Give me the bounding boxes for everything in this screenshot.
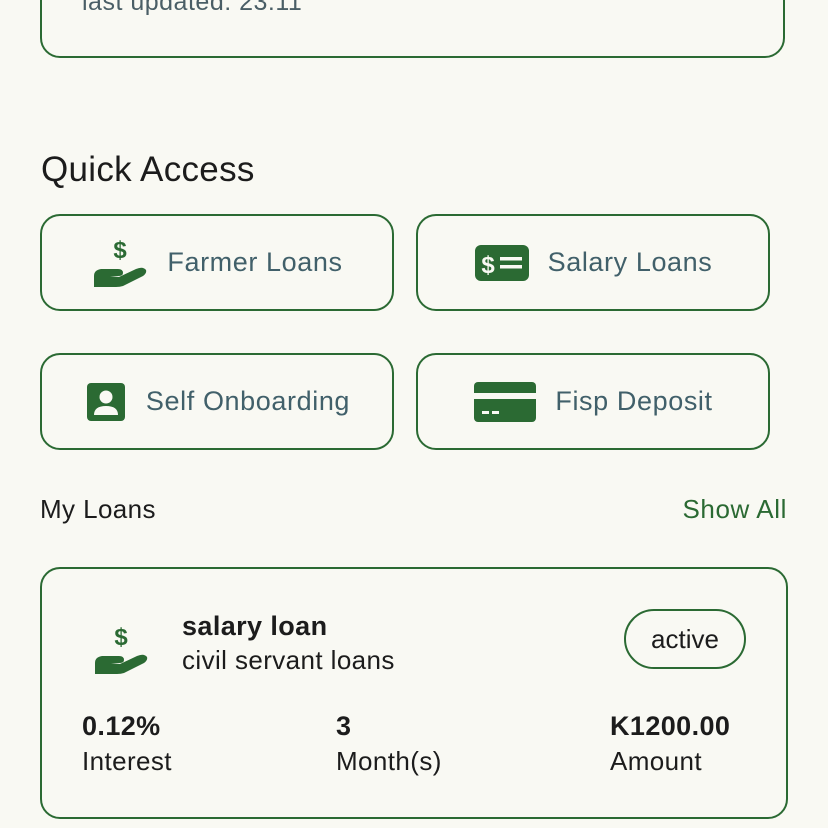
svg-text:$: $ [481, 252, 495, 279]
fisp-deposit-button[interactable]: Fisp Deposit [416, 353, 770, 450]
svg-text:$: $ [114, 624, 128, 651]
interest-value: 0.12% [82, 711, 161, 741]
interest-label: Interest [82, 746, 172, 776]
money-bill-icon: $ [474, 243, 530, 283]
self-onboarding-label: Self Onboarding [145, 386, 351, 416]
amount-stat: K1200.00 Amount [610, 711, 730, 777]
quick-access-title: Quick Access [41, 150, 255, 189]
loan-name: salary loan [182, 611, 328, 641]
my-loans-title: My Loans [40, 494, 156, 524]
interest-stat: 0.12% Interest [82, 711, 172, 777]
fisp-deposit-label: Fisp Deposit [555, 386, 713, 416]
hand-dollar-icon: $ [91, 236, 149, 290]
months-value: 3 [336, 711, 352, 741]
my-loans-header: My Loans Show All [40, 494, 787, 525]
svg-text:$: $ [114, 237, 128, 264]
last-updated-text: last updated: 23:11 [82, 0, 303, 16]
balance-card: last updated: 23:11 [40, 0, 785, 58]
months-stat: 3 Month(s) [336, 711, 442, 777]
loan-card[interactable]: $ salary loan civil servant loans active… [40, 567, 788, 819]
hand-dollar-icon: $ [92, 623, 150, 682]
loan-type: civil servant loans [182, 645, 395, 675]
app-screen: last updated: 23:11 Quick Access $ Farme… [0, 0, 828, 828]
credit-card-icon [473, 380, 537, 424]
status-badge: active [624, 609, 746, 669]
amount-value: K1200.00 [610, 711, 731, 741]
months-label: Month(s) [336, 746, 442, 776]
salary-loans-button[interactable]: $ Salary Loans [416, 214, 770, 311]
salary-loans-label: Salary Loans [547, 247, 713, 277]
self-onboarding-button[interactable]: Self Onboarding [40, 353, 394, 450]
farmer-loans-button[interactable]: $ Farmer Loans [40, 214, 394, 311]
amount-label: Amount [610, 746, 703, 776]
show-all-link[interactable]: Show All [682, 494, 787, 525]
person-badge-icon [84, 380, 128, 424]
farmer-loans-label: Farmer Loans [167, 247, 343, 277]
